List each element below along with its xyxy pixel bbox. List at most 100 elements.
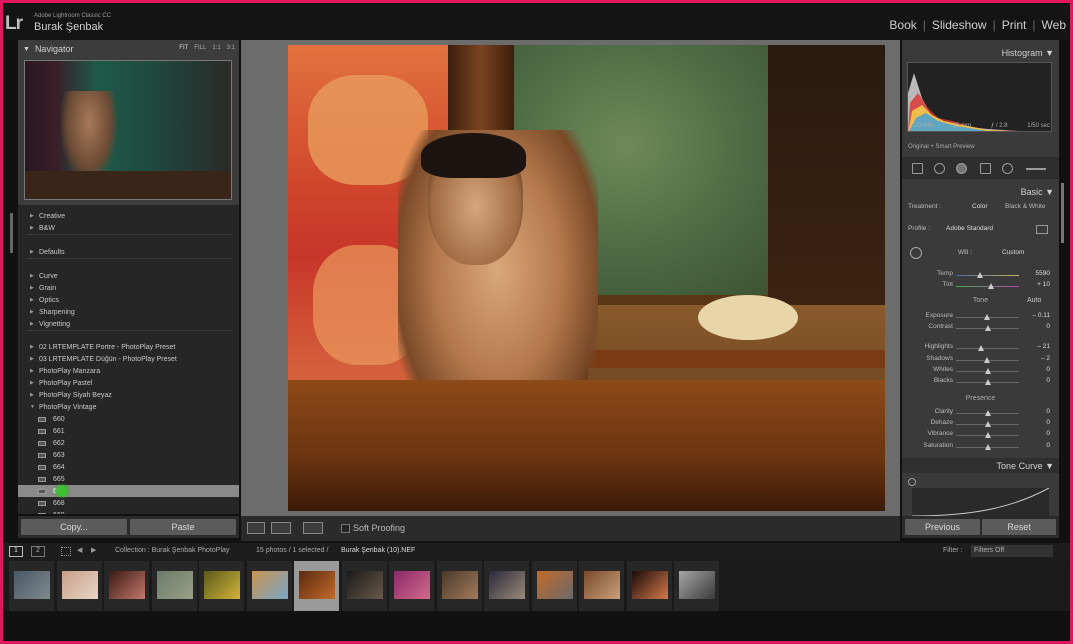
zoom-fit[interactable]: FIT: [179, 45, 188, 51]
tint-value[interactable]: + 10: [1037, 281, 1050, 288]
vibrance-slider-knob[interactable]: [984, 432, 991, 438]
module-slideshow[interactable]: Slideshow: [932, 18, 987, 32]
collapsed-triangle-icon[interactable]: ▶: [30, 344, 39, 350]
preset-item[interactable]: 663: [18, 449, 239, 461]
brush-slider-icon[interactable]: [1026, 168, 1046, 170]
exposure-slider-knob[interactable]: [983, 314, 990, 320]
loupe-view-icon[interactable]: [247, 522, 265, 534]
blacks-slider-knob[interactable]: [984, 379, 991, 385]
temp-value[interactable]: 5590: [1036, 270, 1050, 277]
filmstrip-thumbnail[interactable]: [246, 561, 293, 611]
filmstrip-thumbnail[interactable]: [674, 561, 720, 611]
preset-folder[interactable]: ▶ Grain: [18, 282, 239, 294]
collapsed-triangle-icon[interactable]: ▶: [30, 285, 39, 291]
highlights-slider-track[interactable]: [956, 348, 1019, 349]
collapsed-triangle-icon[interactable]: ▶: [30, 225, 39, 231]
back-arrow-icon[interactable]: ◀: [77, 546, 82, 554]
contrast-value[interactable]: 0: [1046, 323, 1050, 330]
right-panel-scrollbar[interactable]: [1061, 183, 1064, 243]
preset-item[interactable]: 662: [18, 437, 239, 449]
copy-button[interactable]: Copy...: [21, 519, 127, 535]
zoom-1-1[interactable]: 1:1: [212, 45, 220, 51]
shadows-slider-knob[interactable]: [983, 357, 990, 363]
collapsed-triangle-icon[interactable]: ▶: [30, 356, 39, 362]
filmstrip-thumbnail[interactable]: [199, 561, 245, 611]
filmstrip-thumbnail[interactable]: [626, 561, 673, 611]
module-web[interactable]: Web: [1042, 18, 1066, 32]
preset-item[interactable]: 669: [18, 509, 239, 514]
dehaze-slider-knob[interactable]: [984, 421, 991, 427]
tone-auto-button[interactable]: Auto: [1027, 297, 1041, 304]
main-photo[interactable]: [288, 45, 885, 511]
preset-folder[interactable]: ▶ Defaults: [18, 246, 239, 258]
preset-folder[interactable]: ▶ 02 LRTEMPLATE Portre - PhotoPlay Preset: [18, 341, 239, 353]
navigator-preview[interactable]: [24, 60, 232, 200]
target-adjust-icon[interactable]: [908, 478, 916, 486]
exposure-value[interactable]: – 0.11: [1032, 312, 1050, 319]
preset-item[interactable]: 660: [18, 413, 239, 425]
screen-1-icon[interactable]: 1: [9, 546, 23, 557]
red-eye-icon[interactable]: [956, 163, 967, 174]
treatment-bw[interactable]: Black & White: [1005, 203, 1045, 210]
contrast-slider-knob[interactable]: [984, 325, 991, 331]
preset-folder[interactable]: ▶ PhotoPlay Manzara: [18, 365, 239, 377]
tone-curve-header[interactable]: Tone Curve ▼: [902, 458, 1059, 473]
clarity-slider-knob[interactable]: [984, 410, 991, 416]
temp-slider-track[interactable]: [956, 275, 1019, 276]
filmstrip-thumbnail[interactable]: [151, 561, 198, 611]
filmstrip-thumbnail[interactable]: [104, 561, 150, 611]
filmstrip-thumbnail[interactable]: [531, 561, 578, 611]
treatment-color[interactable]: Color: [972, 203, 988, 210]
preset-folder[interactable]: ▶ Vignetting: [18, 318, 239, 330]
filmstrip-thumbnail[interactable]: [484, 561, 530, 611]
preset-folder[interactable]: ▶ Optics: [18, 294, 239, 306]
whites-value[interactable]: 0: [1046, 366, 1050, 373]
profile-select[interactable]: Adobe Standard: [946, 225, 993, 232]
filmstrip-thumbnail[interactable]: [579, 561, 625, 611]
filmstrip-thumbnail[interactable]: [56, 561, 103, 611]
filmstrip-thumbnail[interactable]: [436, 561, 483, 611]
highlights-value[interactable]: – 21: [1037, 343, 1050, 350]
preset-item[interactable]: 661: [18, 425, 239, 437]
profile-browser-icon[interactable]: [1036, 225, 1048, 234]
bottom-panel-toggle[interactable]: [3, 611, 1070, 641]
preset-item[interactable]: 664: [18, 461, 239, 473]
collapse-triangle-icon[interactable]: ▼: [23, 46, 30, 53]
filmstrip-thumbnail[interactable]: [389, 561, 435, 611]
wb-eyedropper-icon[interactable]: [910, 247, 922, 259]
highlights-slider-knob[interactable]: [978, 345, 985, 351]
module-book[interactable]: Book: [889, 18, 916, 32]
preset-folder[interactable]: ▶ PhotoPlay Siyah Beyaz: [18, 389, 239, 401]
filmstrip-thumbnail[interactable]: [294, 561, 340, 611]
collapsed-triangle-icon[interactable]: ▶: [30, 273, 39, 279]
collapsed-triangle-icon[interactable]: ▶: [30, 321, 39, 327]
grid-view-icon[interactable]: [61, 547, 71, 556]
preset-item[interactable]: 665: [18, 473, 239, 485]
preset-folder[interactable]: ▶ Sharpening: [18, 306, 239, 318]
filmstrip-thumbnail[interactable]: [341, 561, 388, 611]
shadows-value[interactable]: – 2: [1041, 355, 1050, 362]
saturation-slider-knob[interactable]: [984, 444, 991, 450]
filter-select[interactable]: Filters Off: [971, 545, 1053, 557]
blacks-value[interactable]: 0: [1046, 377, 1050, 384]
zoom-3-1[interactable]: 3:1: [227, 45, 235, 51]
collection-label[interactable]: Collection : Burak Şenbak PhotoPlay: [115, 547, 229, 554]
histogram-header[interactable]: Histogram ▼: [902, 45, 1059, 60]
previous-button[interactable]: Previous: [905, 519, 980, 535]
saturation-value[interactable]: 0: [1046, 442, 1050, 449]
basic-header[interactable]: Basic ▼: [902, 184, 1059, 199]
left-panel-scrollbar[interactable]: [10, 213, 13, 253]
radial-filter-icon[interactable]: [1002, 163, 1013, 174]
collapsed-triangle-icon[interactable]: ▶: [30, 309, 39, 315]
tint-slider-knob[interactable]: [987, 283, 994, 289]
vibrance-value[interactable]: 0: [1046, 430, 1050, 437]
zoom-fill[interactable]: FILL: [194, 45, 206, 51]
filmstrip-thumbnail[interactable]: [9, 561, 55, 611]
collapsed-triangle-icon[interactable]: ▶: [30, 213, 39, 219]
crop-tool-icon[interactable]: [912, 163, 923, 174]
preset-folder[interactable]: ▼ PhotoPlay Vintage: [18, 401, 239, 413]
soft-proofing-checkbox[interactable]: [341, 524, 350, 533]
tone-curve-graph[interactable]: [911, 487, 1050, 517]
screen-2-icon[interactable]: 2: [31, 546, 45, 557]
preset-folder[interactable]: ▶ 03 LRTEMPLATE Düğün - PhotoPlay Preset: [18, 353, 239, 365]
